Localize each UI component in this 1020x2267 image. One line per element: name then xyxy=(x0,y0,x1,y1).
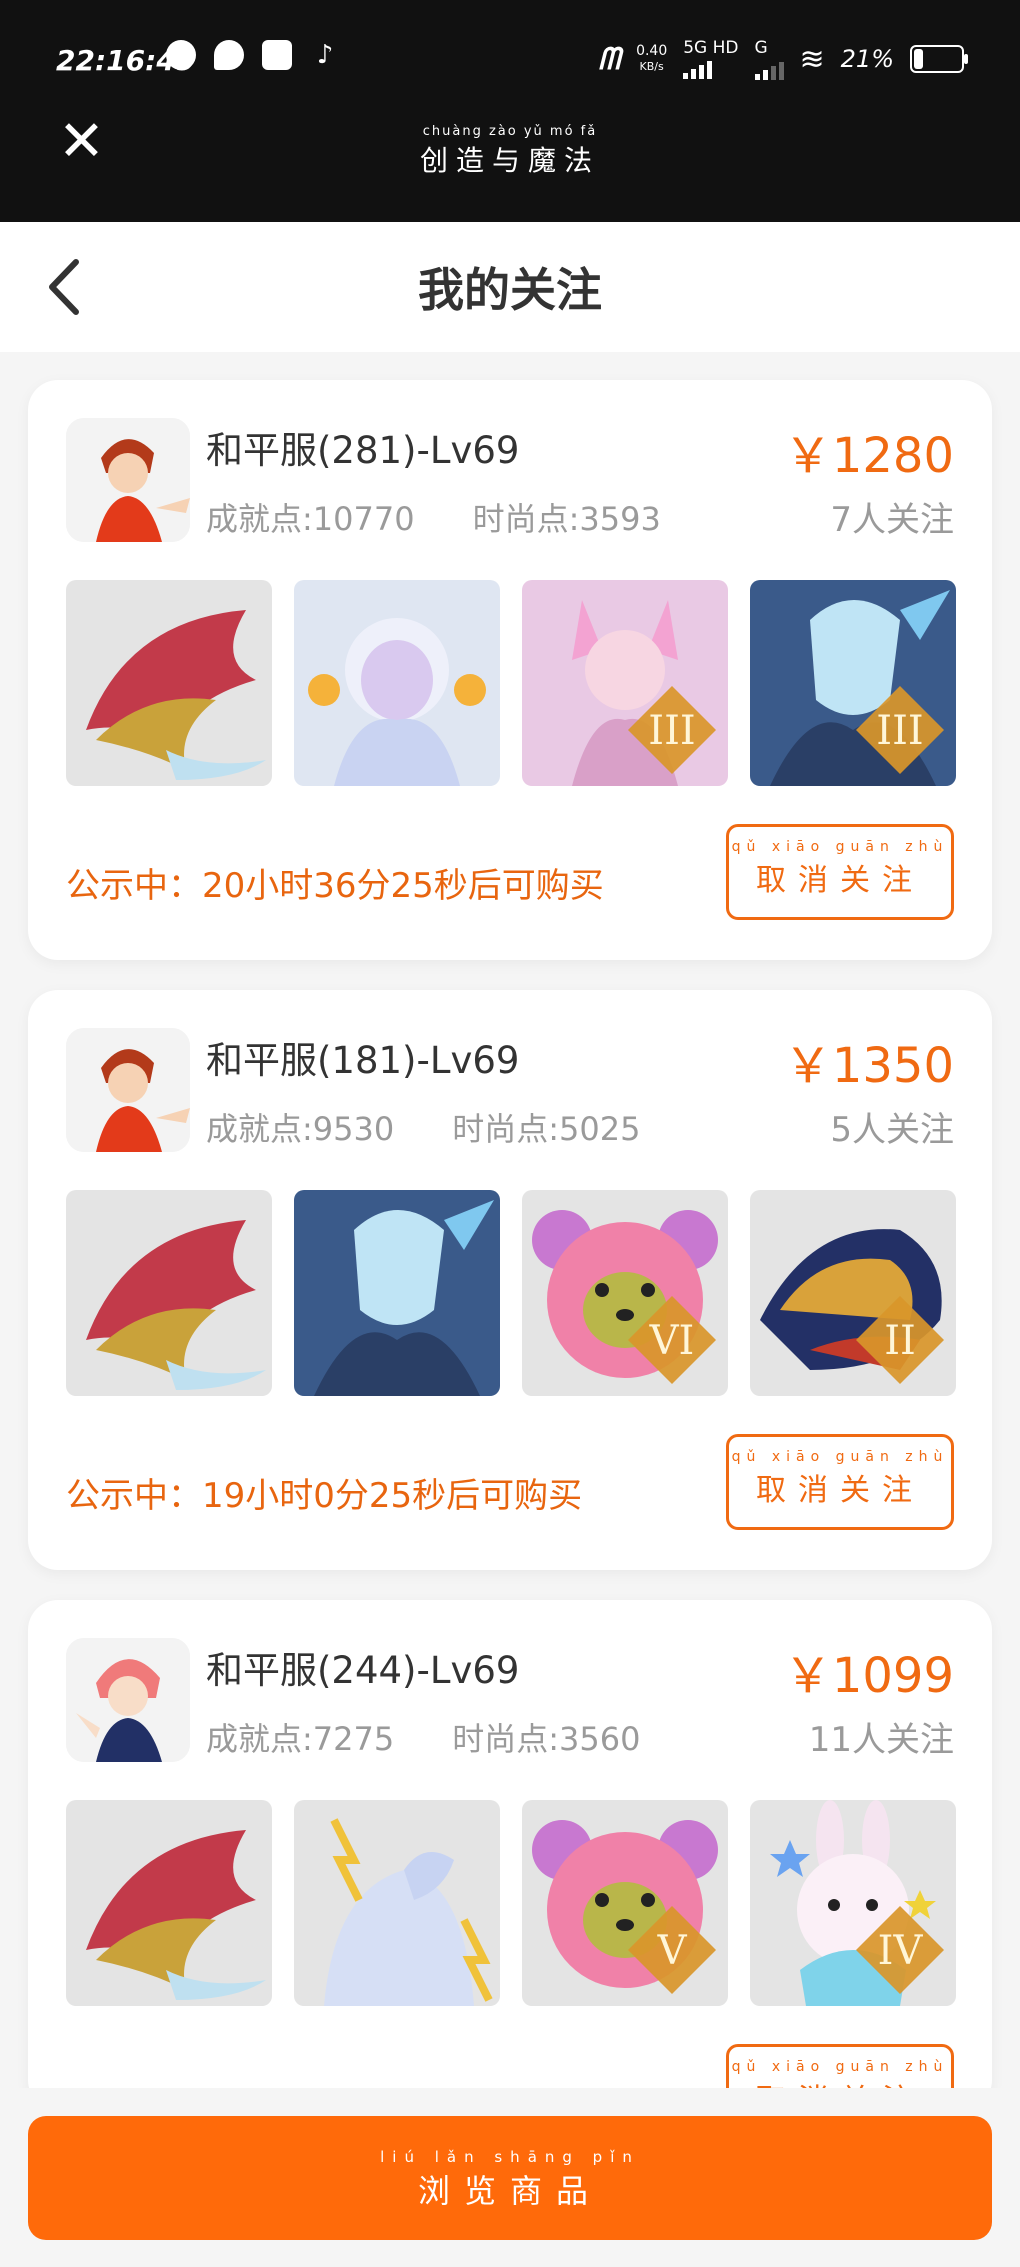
item-thumbnail-blue-ice-armor[interactable] xyxy=(294,1190,500,1396)
app-notification-icon xyxy=(166,40,196,70)
followed-account-card[interactable]: 和平服(181)-Lv69 成就点:9530 时尚点:5025 ￥1350 5人关注 VI… xyxy=(28,990,992,1570)
unfollow-pinyin: qǔ xiāo guān zhù xyxy=(731,839,949,855)
item-thumbnail-red-dragon-mount[interactable] xyxy=(66,1800,272,2006)
shopping-bag-icon xyxy=(262,40,292,70)
unfollow-pinyin: qǔ xiāo guān zhù xyxy=(731,2059,949,2075)
app-title: chuàng zào yǔ mó fǎ 创造与魔法 xyxy=(400,124,620,179)
network-type: 5G HD xyxy=(683,39,739,79)
item-thumbnails: VVIVIV xyxy=(66,1800,956,2006)
achievement-points: 成就点:7275 xyxy=(206,1720,395,1758)
item-thumbnail-white-rabbit-pet[interactable]: IVIV xyxy=(750,1800,956,2006)
unfollow-pinyin: qǔ xiāo guān zhù xyxy=(731,1449,949,1465)
svg-text:V: V xyxy=(657,1928,688,1974)
achievement-points: 成就点:9530 xyxy=(206,1110,395,1148)
item-thumbnails: IIIIIIIIIIII xyxy=(66,580,956,786)
unfollow-button[interactable]: qǔ xiāo guān zhù 取消关注 xyxy=(726,1434,954,1530)
item-thumbnail-pink-bear-pet[interactable]: VV xyxy=(522,1800,728,2006)
server-level: 和平服(181)-Lv69 xyxy=(206,1039,520,1082)
item-thumbnail-pink-bear-pet[interactable]: VIVI xyxy=(522,1190,728,1396)
browse-label: 浏览商品 xyxy=(417,2172,602,2210)
price: ￥1099 xyxy=(783,1648,954,1704)
server-level: 和平服(244)-Lv69 xyxy=(206,1649,520,1692)
svg-text:III: III xyxy=(648,708,695,754)
account-avatar xyxy=(66,418,190,542)
follower-count: 7人关注 xyxy=(830,500,954,540)
item-thumbnail-red-dragon-mount[interactable] xyxy=(66,1190,272,1396)
account-avatar xyxy=(66,1638,190,1762)
account-points: 成就点:10770 时尚点:3593 xyxy=(206,494,661,540)
system-status: ᗰ 0.40 KB/s 5G HD G ≋ 21% xyxy=(598,38,968,80)
sale-countdown: 公示中：19小时0分25秒后可购买 xyxy=(66,1476,583,1516)
unfollow-label: 取消关注 xyxy=(756,863,924,898)
status-bar: 22:16:49 ♪ ᗰ 0.40 KB/s 5G HD G ≋ 21% xyxy=(0,0,1020,118)
followed-account-card[interactable]: 和平服(281)-Lv69 成就点:10770 时尚点:3593 ￥1280 7人关注 I… xyxy=(28,380,992,960)
signal-strength-icon xyxy=(683,57,738,79)
item-thumbnails: VIVIIIII xyxy=(66,1190,956,1396)
item-thumbnail-lightning-unicorn[interactable] xyxy=(294,1800,500,2006)
svg-text:IV: IV xyxy=(878,1928,924,1974)
account-points: 成就点:9530 时尚点:5025 xyxy=(206,1104,640,1150)
browse-products-button[interactable]: liú lǎn shāng pǐn 浏览商品 xyxy=(28,2116,992,2240)
browse-pinyin: liú lǎn shāng pǐn xyxy=(380,2148,640,2166)
svg-text:III: III xyxy=(876,708,923,754)
close-icon[interactable]: ✕ xyxy=(58,114,110,170)
wifi-icon: ≋ xyxy=(799,41,825,77)
item-thumbnail-white-spirit-girl[interactable] xyxy=(294,580,500,786)
signal-strength-icon-2 xyxy=(754,58,784,80)
network-speed: 0.40 KB/s xyxy=(636,43,668,73)
item-thumbnail-gold-dragon-head[interactable]: IIII xyxy=(750,1190,956,1396)
account-avatar xyxy=(66,1028,190,1152)
svg-text:II: II xyxy=(884,1318,916,1364)
battery-percent: 21% xyxy=(840,45,894,73)
item-thumbnail-pink-fox-girl[interactable]: IIIIII xyxy=(522,580,728,786)
unfollow-button[interactable]: qǔ xiāo guān zhù 取消关注 xyxy=(726,824,954,920)
account-points: 成就点:7275 时尚点:3560 xyxy=(206,1714,640,1760)
achievement-points: 成就点:10770 xyxy=(206,500,415,538)
price: ￥1280 xyxy=(783,428,954,484)
notification-icons: ♪ xyxy=(166,40,340,70)
fashion-points: 时尚点:3560 xyxy=(452,1720,641,1758)
app-title-text: 创造与魔法 xyxy=(419,144,600,177)
follower-count: 5人关注 xyxy=(830,1110,954,1150)
fashion-points: 时尚点:5025 xyxy=(452,1110,641,1148)
app-title-pinyin: chuàng zào yǔ mó fǎ xyxy=(422,124,598,139)
battery-icon xyxy=(910,45,968,73)
item-thumbnail-blue-ice-armor[interactable]: IIIIII xyxy=(750,580,956,786)
price: ￥1350 xyxy=(783,1038,954,1094)
svg-text:VI: VI xyxy=(649,1318,695,1364)
nfc-icon: ᗰ xyxy=(598,41,621,77)
second-network-type: G xyxy=(754,38,784,80)
message-icon xyxy=(214,40,244,70)
item-thumbnail-red-dragon-mount[interactable] xyxy=(66,580,272,786)
page-title: 我的关注 xyxy=(418,263,602,317)
tiktok-icon: ♪ xyxy=(316,40,334,70)
unfollow-label: 取消关注 xyxy=(756,1473,924,1508)
server-level: 和平服(281)-Lv69 xyxy=(206,429,520,472)
follower-count: 11人关注 xyxy=(808,1720,954,1760)
fashion-points: 时尚点:3593 xyxy=(472,500,661,538)
sale-countdown: 公示中：20小时36分25秒后可购买 xyxy=(66,866,604,906)
followed-account-card[interactable]: 和平服(244)-Lv69 成就点:7275 时尚点:3560 ￥1099 11人关注 V… xyxy=(28,1600,992,2140)
